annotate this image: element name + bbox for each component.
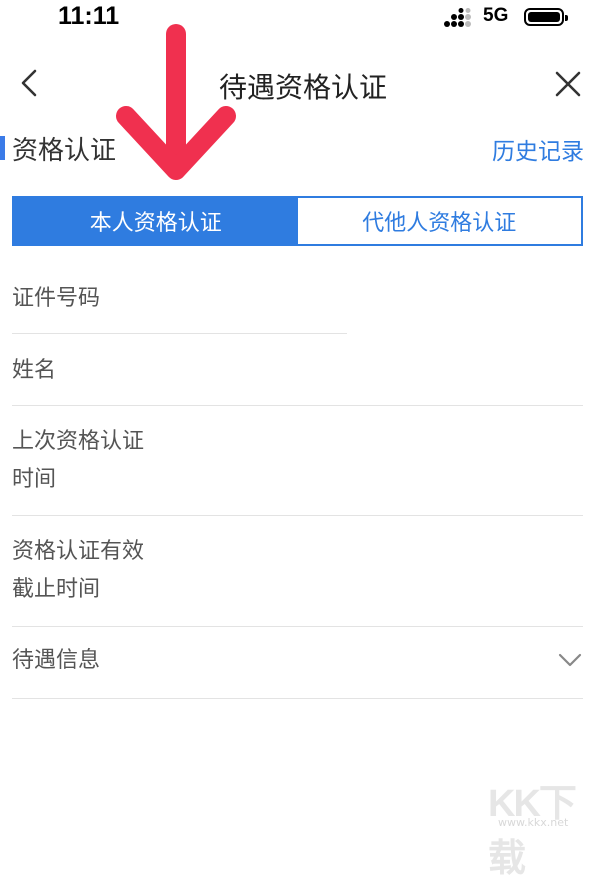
name-label: 姓名 bbox=[12, 358, 57, 383]
benefit-info-label[interactable]: 待遇信息 bbox=[12, 642, 100, 680]
chevron-down-icon[interactable] bbox=[558, 651, 582, 669]
watermark: KK下载 www.kkx.net bbox=[488, 772, 598, 880]
section-header: 资格认证 历史记录 bbox=[0, 128, 606, 168]
status-bar: 11:11 5G bbox=[0, 0, 606, 34]
divider bbox=[12, 405, 583, 406]
id-number-label: 证件号码 bbox=[12, 286, 101, 311]
valid-until-label-line1: 资格认证有效 bbox=[12, 539, 145, 564]
valid-until-label-line2: 截止时间 bbox=[12, 577, 101, 602]
history-link[interactable]: 历史记录 bbox=[492, 132, 584, 166]
divider bbox=[12, 698, 583, 699]
battery-icon bbox=[524, 8, 568, 26]
section-accent-bar bbox=[0, 136, 5, 160]
last-cert-time-label-line2: 时间 bbox=[12, 467, 57, 492]
divider bbox=[12, 333, 347, 334]
arrow-down-annotation-icon bbox=[116, 24, 236, 180]
close-icon[interactable] bbox=[553, 69, 583, 99]
network-type: 5G bbox=[483, 5, 509, 26]
tab-proxy-cert[interactable]: 代他人资格认证 bbox=[297, 198, 581, 244]
last-cert-time-label-line1: 上次资格认证 bbox=[12, 429, 145, 454]
nav-bar: 待遇资格认证 bbox=[0, 54, 606, 114]
status-time: 11:11 bbox=[58, 2, 120, 30]
page-title: 待遇资格认证 bbox=[218, 71, 387, 104]
divider bbox=[12, 626, 583, 627]
signal-icon bbox=[444, 8, 471, 27]
cert-type-tabs: 本人资格认证 代他人资格认证 bbox=[12, 196, 583, 246]
section-title: 资格认证 bbox=[12, 136, 117, 166]
watermark-url: www.kkx.net bbox=[498, 816, 569, 829]
divider bbox=[12, 515, 583, 516]
tab-self-cert[interactable]: 本人资格认证 bbox=[14, 198, 298, 244]
